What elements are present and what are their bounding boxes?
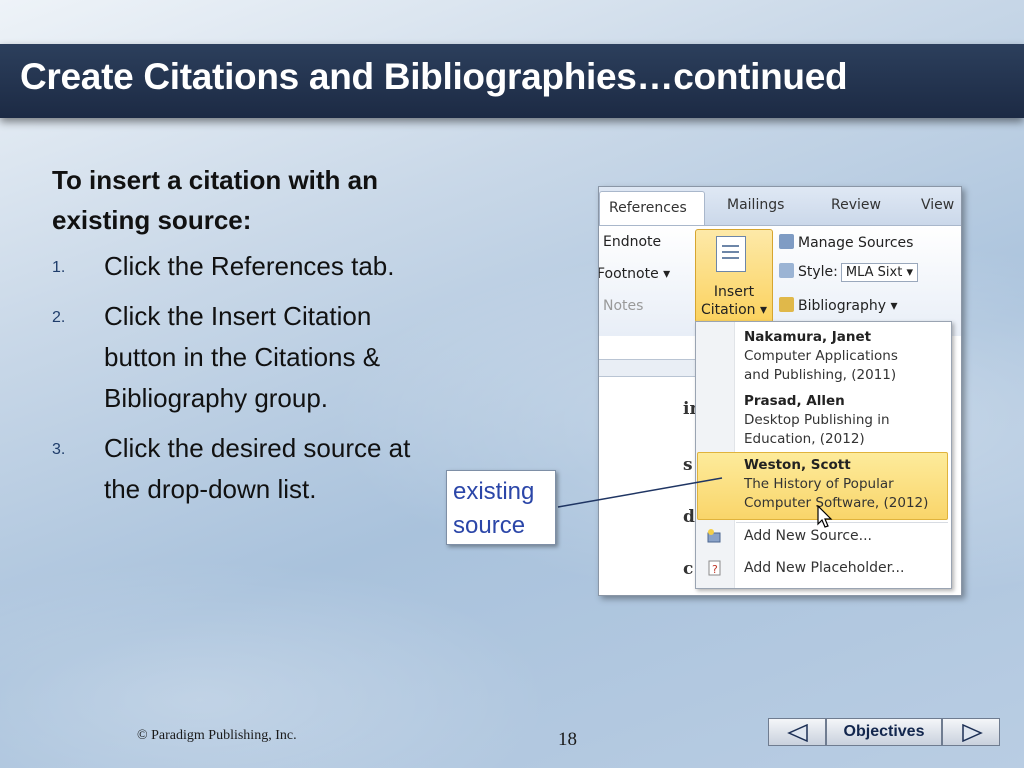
- style-dropdown[interactable]: MLA Sixt ▾: [840, 263, 918, 282]
- step-number: 1.: [52, 259, 66, 276]
- existing-source-callout: existing source: [446, 470, 556, 545]
- objectives-button[interactable]: Objectives: [826, 718, 942, 746]
- add-new-source-item[interactable]: Add New Source...: [744, 528, 872, 544]
- word-screenshot: References Mailings Review View Endnote …: [598, 186, 962, 596]
- slide-title: Create Citations and Bibliographies…cont…: [20, 56, 848, 97]
- tab-review[interactable]: Review: [831, 197, 881, 213]
- doc-text-fragment: c: [683, 559, 694, 579]
- bibliography-icon: [779, 297, 794, 312]
- page-number: 18: [558, 729, 577, 750]
- citation-dropdown: Nakamura, Janet Computer Applications an…: [695, 321, 952, 589]
- previous-slide-button[interactable]: [768, 718, 826, 746]
- source-author: Nakamura, Janet: [744, 329, 872, 345]
- step-text: Click the References tab.: [104, 251, 395, 281]
- next-footnote-button[interactable]: Footnote ▾: [599, 266, 670, 282]
- mouse-pointer-icon: [817, 505, 833, 528]
- step-number: 3.: [52, 441, 66, 458]
- source-author: Weston, Scott: [744, 457, 851, 473]
- bibliography-label: Bibliography ▾: [798, 298, 898, 314]
- style-selector[interactable]: Style: MLA Sixt ▾: [779, 263, 918, 282]
- notes-group-label: Notes: [603, 298, 644, 314]
- lead-text: To insert a citation with an existing so…: [52, 165, 378, 235]
- step-item: 1. Click the References tab.: [52, 246, 412, 287]
- insert-citation-label-2: Citation ▾: [700, 302, 768, 318]
- arrow-right-icon: [962, 724, 983, 742]
- step-item: 2. Click the Insert Citation button in th…: [52, 296, 412, 419]
- citation-doc-icon: [716, 236, 746, 272]
- source-title-line: Computer Software, (2012): [744, 495, 929, 511]
- add-source-icon: [707, 529, 721, 543]
- tab-view[interactable]: View: [921, 197, 954, 213]
- copyright: © Paradigm Publishing, Inc.: [137, 728, 297, 743]
- manage-sources-icon: [779, 234, 794, 249]
- steps-list: 1. Click the References tab. 2. Click the …: [52, 246, 412, 510]
- instructions: To insert a citation with an existing so…: [52, 160, 412, 519]
- source-item-nakamura[interactable]: Nakamura, Janet Computer Applications an…: [744, 328, 898, 385]
- insert-citation-label-1: Insert: [713, 284, 755, 300]
- doc-text-fragment: s: [683, 455, 693, 475]
- source-title-line: Computer Applications: [744, 348, 898, 364]
- title-bar: Create Citations and Bibliographies…cont…: [0, 44, 1024, 118]
- source-title-line: Desktop Publishing in: [744, 412, 890, 428]
- insert-endnote-button[interactable]: Endnote: [603, 234, 661, 250]
- style-label: Style:: [798, 264, 838, 280]
- add-placeholder-icon: ?: [708, 560, 721, 576]
- insert-citation-button[interactable]: Insert Citation ▾: [695, 229, 773, 323]
- callout-line-1: existing: [453, 478, 535, 505]
- step-number: 2.: [52, 309, 66, 326]
- ruler: [599, 359, 699, 377]
- step-text: Click the Insert Citation button in the …: [104, 301, 381, 413]
- bibliography-button[interactable]: Bibliography ▾: [779, 297, 897, 314]
- arrow-left-icon: [787, 724, 808, 742]
- source-item-prasad[interactable]: Prasad, Allen Desktop Publishing in Educ…: [744, 392, 890, 449]
- manage-sources-label: Manage Sources: [798, 235, 914, 251]
- ribbon-tabs: References Mailings Review View: [599, 187, 961, 225]
- source-title-line: and Publishing, (2011): [744, 367, 897, 383]
- next-slide-button[interactable]: [942, 718, 1000, 746]
- doc-text-fragment: d: [683, 507, 695, 527]
- callout-line-2: source: [453, 512, 526, 539]
- source-title-line: The History of Popular: [744, 476, 894, 492]
- source-title-line: Education, (2012): [744, 431, 865, 447]
- source-item-weston[interactable]: Weston, Scott The History of Popular Com…: [744, 456, 928, 513]
- tab-references[interactable]: References: [599, 191, 705, 225]
- manage-sources-button[interactable]: Manage Sources: [779, 234, 913, 251]
- style-icon: [779, 263, 794, 278]
- svg-text:?: ?: [712, 563, 718, 576]
- add-new-placeholder-item[interactable]: Add New Placeholder...: [744, 560, 904, 576]
- dropdown-separator: [736, 522, 948, 523]
- source-author: Prasad, Allen: [744, 393, 845, 409]
- step-text: Click the desired source at the drop-dow…: [104, 433, 411, 504]
- tab-mailings[interactable]: Mailings: [727, 197, 784, 213]
- step-item: 3. Click the desired source at the drop-d…: [52, 428, 412, 510]
